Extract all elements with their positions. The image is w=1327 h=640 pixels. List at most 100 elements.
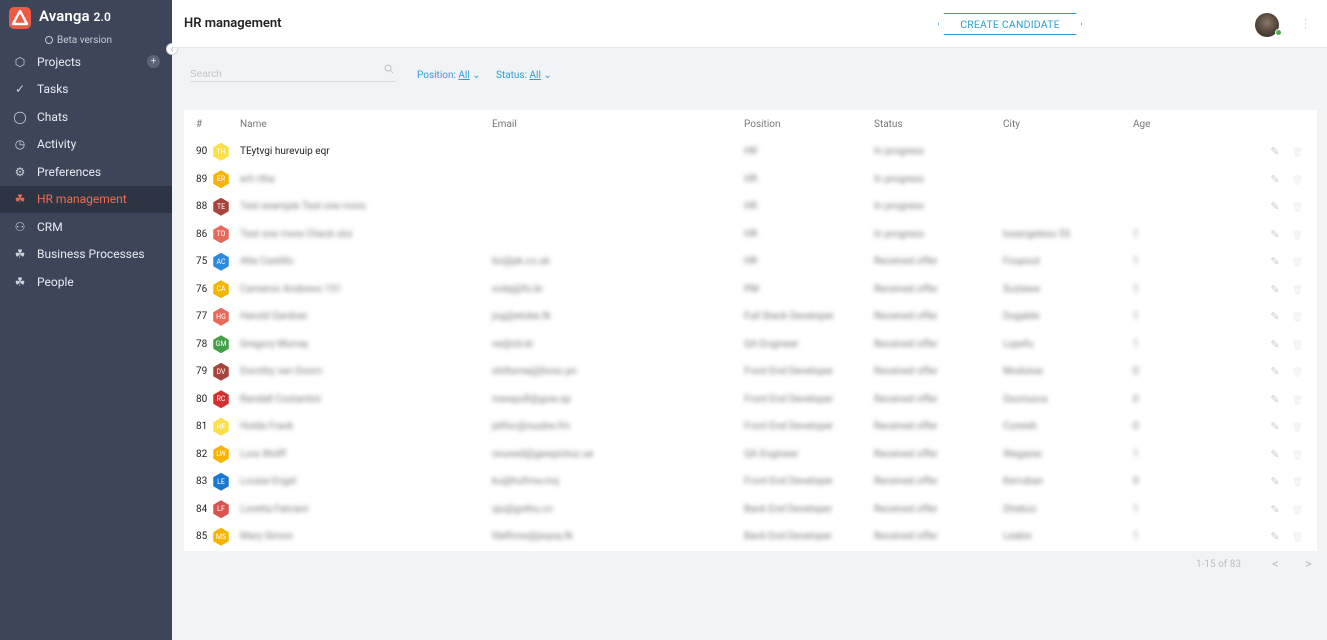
- edit-icon[interactable]: ✎: [1270, 365, 1279, 378]
- column-header-name[interactable]: Name: [240, 110, 492, 138]
- edit-icon[interactable]: ✎: [1270, 200, 1279, 213]
- column-header-position[interactable]: Position: [744, 110, 874, 138]
- candidate-city: Dheboz: [1003, 503, 1037, 515]
- sidebar-item-label: People: [37, 274, 74, 289]
- candidate-name: Dorothy van Doorn: [240, 366, 323, 378]
- edit-icon[interactable]: ✎: [1270, 338, 1279, 351]
- edit-icon[interactable]: ✎: [1270, 173, 1279, 186]
- candidate-status: In progress: [874, 173, 924, 185]
- sidebar-item-tasks[interactable]: ✓ Tasks: [0, 76, 172, 104]
- table-row[interactable]: 79 DV Dorothy van Doorn shiltsmej@bosz.pn Fr…: [184, 358, 1317, 386]
- table-row[interactable]: 76 CA Cameron Andrews 151 nolej@fo.br PM Rece…: [184, 276, 1317, 304]
- sidebar-item-projects[interactable]: ⬡ Projects +: [0, 48, 172, 76]
- status-filter[interactable]: Status: All ⌄: [496, 70, 552, 81]
- sidebar-item-preferences[interactable]: ⚙ Preferences: [0, 158, 172, 186]
- edit-icon[interactable]: ✎: [1270, 420, 1279, 433]
- table-row[interactable]: 77 HG Harold Gardner jog@etube.fk Full Stack…: [184, 303, 1317, 331]
- table-row[interactable]: 83 LE Louise Engel ku@hufmw.mq Front End Dev…: [184, 468, 1317, 496]
- edit-icon[interactable]: ✎: [1270, 310, 1279, 323]
- candidate-position: Back End Developer: [744, 531, 833, 543]
- next-page-button[interactable]: >: [1305, 557, 1312, 572]
- candidate-status: Received offer: [874, 256, 938, 268]
- edit-icon[interactable]: ✎: [1270, 228, 1279, 241]
- edit-icon[interactable]: ✎: [1270, 530, 1279, 543]
- trash-icon[interactable]: 🗑: [1292, 313, 1303, 323]
- trash-icon[interactable]: 🗑: [1292, 506, 1303, 516]
- candidate-position: Front End Developer: [744, 366, 834, 378]
- candidate-avatar: GM: [213, 335, 229, 354]
- row-id: 75: [196, 256, 208, 268]
- trash-icon[interactable]: 🗑: [1292, 258, 1303, 268]
- trash-icon[interactable]: 🗑: [1292, 341, 1303, 351]
- trash-icon[interactable]: 🗑: [1292, 148, 1303, 158]
- candidate-email: ku@hufmw.mq: [492, 476, 559, 488]
- candidate-avatar: DV: [213, 362, 229, 381]
- trash-icon[interactable]: 🗑: [1292, 286, 1303, 296]
- trash-icon[interactable]: 🗑: [1292, 231, 1303, 241]
- table-row[interactable]: 81 HF Hulda Frank jetfoc@nuubw.fm Front End …: [184, 413, 1317, 441]
- sidebar-item-crm[interactable]: ⚇ CRM: [0, 213, 172, 241]
- table-row[interactable]: 75 AC Alta Castillo bo@pk.co.uk HR Received o…: [184, 248, 1317, 276]
- trash-icon[interactable]: 🗑: [1292, 203, 1303, 213]
- sidebar-item-hr-management[interactable]: ☘ HR management: [0, 185, 172, 213]
- table-row[interactable]: 80 RC Randall Costantini mewpufi@gow.sp Fron…: [184, 386, 1317, 414]
- trash-icon[interactable]: 🗑: [1292, 533, 1303, 543]
- more-options-icon[interactable]: · · ·: [1304, 14, 1307, 34]
- candidate-avatar: TO: [213, 225, 229, 244]
- candidate-name: Mary Simon: [240, 531, 294, 543]
- candidate-position: Front End Developer: [744, 476, 834, 488]
- table-row[interactable]: 78 GM Gregory Murray ne@cb.kr QA Engineer Rec…: [184, 331, 1317, 359]
- column-header-email[interactable]: Email: [492, 110, 744, 138]
- table-row[interactable]: 89 ER erh rtha HR In progress ✎ 🗑: [184, 166, 1317, 194]
- candidate-age: 1: [1133, 256, 1139, 268]
- column-header-status[interactable]: Status: [874, 110, 1003, 138]
- search-input[interactable]: [190, 67, 370, 80]
- candidate-position: Full Stack Developer: [744, 311, 835, 323]
- position-filter[interactable]: Position: All ⌄: [417, 70, 481, 81]
- edit-icon[interactable]: ✎: [1270, 393, 1279, 406]
- avatar-cell: DV: [212, 358, 240, 386]
- edit-icon[interactable]: ✎: [1270, 255, 1279, 268]
- trash-icon[interactable]: 🗑: [1292, 176, 1303, 186]
- table-row[interactable]: 84 LF Loretta Falciani sju@gothu.cn Back End…: [184, 496, 1317, 524]
- candidate-city: [1003, 193, 1133, 221]
- add-project-button[interactable]: +: [147, 55, 160, 69]
- avanga-logo-icon: [9, 7, 31, 29]
- column-header-age[interactable]: Age: [1133, 110, 1223, 138]
- trash-icon[interactable]: 🗑: [1292, 478, 1303, 488]
- table-row[interactable]: 82 LW Lora Wolff nnuned@gewpiotuz.ue QA Engi…: [184, 441, 1317, 469]
- edit-icon[interactable]: ✎: [1270, 448, 1279, 461]
- edit-icon[interactable]: ✎: [1270, 145, 1279, 158]
- candidate-city: Wegaras: [1003, 448, 1042, 460]
- candidate-avatar: MS: [213, 527, 229, 546]
- people-cluster-icon: ☘: [14, 274, 26, 289]
- table-row[interactable]: 90 TH TEytvgi hurevuip eqr HR In progress ✎ 🗑: [184, 138, 1317, 166]
- edit-icon[interactable]: ✎: [1270, 503, 1279, 516]
- column-header-city[interactable]: City: [1003, 110, 1133, 138]
- edit-icon[interactable]: ✎: [1270, 283, 1279, 296]
- sidebar-item-activity[interactable]: ◷ Activity: [0, 131, 172, 159]
- create-candidate-button[interactable]: CREATE CANDIDATE: [938, 13, 1082, 35]
- search-icon[interactable]: [384, 64, 394, 74]
- candidate-email: shiltsmej@bosz.pn: [492, 366, 577, 378]
- edit-icon[interactable]: ✎: [1270, 475, 1279, 488]
- trash-icon[interactable]: 🗑: [1292, 451, 1303, 461]
- trash-icon[interactable]: 🗑: [1292, 396, 1303, 406]
- row-actions: ✎ 🗑: [1223, 303, 1317, 331]
- table-row[interactable]: 86 TO Test one more Check ului HR In progres…: [184, 221, 1317, 249]
- trash-icon[interactable]: 🗑: [1292, 368, 1303, 378]
- row-id: 76: [196, 283, 208, 295]
- candidate-name: Harold Gardner: [240, 311, 308, 323]
- trash-icon[interactable]: 🗑: [1292, 423, 1303, 433]
- column-header-id[interactable]: #: [184, 110, 212, 138]
- candidate-email: jog@etube.fk: [492, 311, 551, 323]
- table-row[interactable]: 88 TE Test example Test one more HR In progr…: [184, 193, 1317, 221]
- sidebar-item-people[interactable]: ☘ People: [0, 268, 172, 296]
- candidate-avatar: TH: [213, 142, 229, 161]
- candidate-avatar: LW: [213, 445, 229, 464]
- sidebar-item-chats[interactable]: ◯ Chats: [0, 103, 172, 131]
- previous-page-button[interactable]: <: [1272, 557, 1279, 572]
- candidate-avatar: HG: [213, 307, 229, 326]
- table-row[interactable]: 85 MS Mary Simon fdefimw@jsqoq.fk Back End D…: [184, 523, 1317, 551]
- sidebar-item-business-processes[interactable]: ☘ Business Processes: [0, 241, 172, 269]
